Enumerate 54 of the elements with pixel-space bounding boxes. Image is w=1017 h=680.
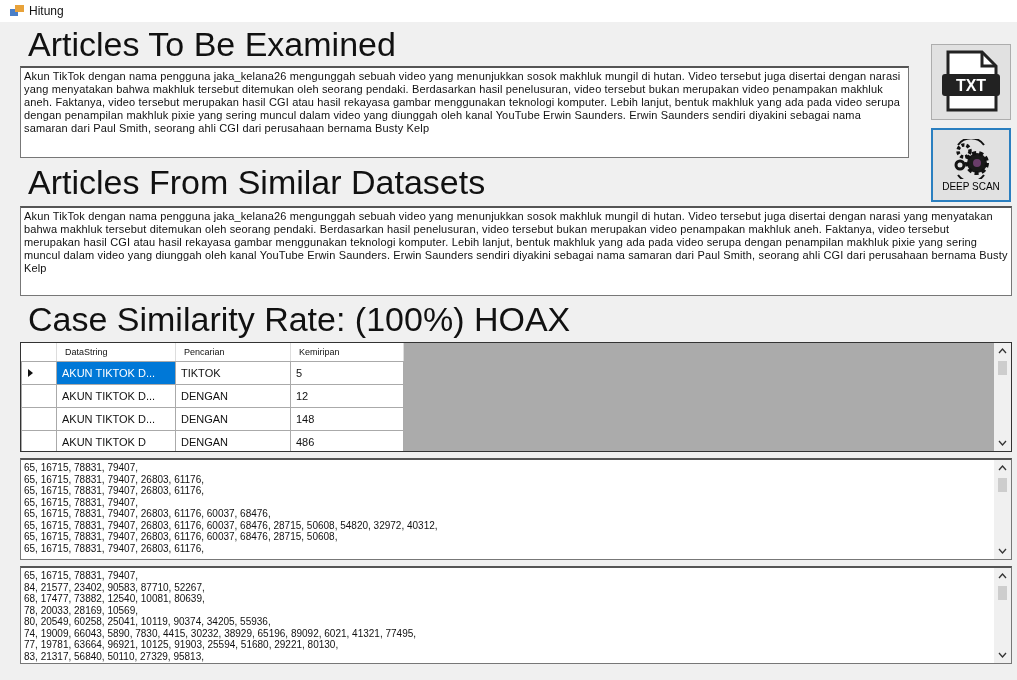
scrollbar[interactable] — [994, 343, 1011, 451]
number-line: 65, 16715, 78831, 79407, — [24, 462, 139, 474]
scroll-down-icon[interactable] — [998, 440, 1007, 446]
table-cell: DENGAN — [175, 407, 291, 431]
number-line: 65, 16715, 78831, 79407, 26803, 61176, — [24, 473, 205, 485]
number-line: 65, 16715, 78831, 79407, 26803, 61176, 60037, 68476, 28715, 50608, 54820, 32972, 40312, — [24, 519, 439, 531]
scroll-up-icon[interactable] — [998, 573, 1007, 579]
scroll-up-icon[interactable] — [998, 348, 1007, 354]
table-cell: AKUN TIKTOK D... — [56, 384, 176, 408]
similarity-result: Case Similarity Rate: (100%) HOAX — [27, 299, 572, 340]
table-cell: TIKTOK — [175, 361, 291, 385]
table-cell: AKUN TIKTOK D... — [56, 407, 176, 431]
output-text-box[interactable] — [20, 458, 1012, 560]
row-header[interactable] — [21, 361, 57, 385]
table-cell: 5 — [290, 361, 404, 385]
number-line: 83, 21317, 56840, 50110, 27329, 95813, — [24, 650, 205, 662]
number-line: 65, 16715, 78831, 79407, 26803, 61176, — [24, 542, 205, 554]
table-cell: 148 — [290, 407, 404, 431]
number-line: 80, 20549, 60258, 25041, 10119, 90374, 34205, 55936, — [24, 616, 272, 628]
section-heading: Articles To Be Examined — [27, 24, 396, 65]
number-line: 68, 17477, 73882, 12540, 10081, 80639, — [24, 593, 206, 605]
table-cell: AKUN TIKTOK D... — [56, 361, 176, 385]
scroll-down-icon[interactable] — [998, 548, 1007, 554]
section-heading: Articles From Similar Datasets — [27, 162, 486, 203]
number-line: 74, 19009, 66043, 5890, 7830, 4415, 30232, 38929, 65196, 89092, 6021, 41321, 77495, — [24, 627, 418, 639]
number-line: 78, 20033, 28169, 10569, — [24, 604, 139, 616]
column-header[interactable]: DataString — [56, 343, 176, 362]
article-text-box[interactable]: Akun TikTok dengan nama pengguna jaka_kelana26 mengunggah sebuah video yang menunjukkan sosok makhluk mungil di hutan. Video tersebut juga disertai dengan narasi yang menyatakan bahwa makhluk tersebut ditemukan oleh seorang pendaki. Berdasarkan hasil penelusuran, video tersebut bukan merupakan video penampakan makhluk aneh. Faktanya, video tersebut merupakan hasil CGI atau hasil rekayasa gambar menggunakan teknologi komputer. Lebih lanjut, bentuk makhluk yang ada pada video serupa dengan penampilan makhluk pixie yang sering muncul dalam video yang diunggah oleh kanal YouTube Erwin Saunders. Erwin Saunders sendiri diyakini sebagai nama samaran dari Paul Smith, seorang ahli CGI dari perusahaan bernama Busty Kelp — [20, 66, 909, 158]
column-header[interactable]: Kemiripan — [290, 343, 404, 362]
scroll-up-icon[interactable] — [998, 465, 1007, 471]
number-line: 65, 16715, 78831, 79407, — [24, 570, 139, 582]
deep-scan-button[interactable]: DEEP SCAN — [931, 128, 1011, 202]
number-line: 65, 16715, 78831, 79407, 26803, 61176, — [24, 485, 205, 497]
scrollbar[interactable] — [994, 568, 1011, 663]
output-text-box[interactable] — [20, 566, 1012, 664]
article-text-box[interactable]: Akun TikTok dengan nama pengguna jaka_kelana26 mengunggah sebuah video yang menunjukkan sosok makhluk mungil di hutan. Video tersebut juga disertai dengan narasi yang menyatakan bahwa makhluk tersebut ditemukan oleh seorang pendaki. Berdasarkan hasil penelusuran, video tersebut bukan merupakan video penampakan makhluk aneh. Faktanya, video tersebut merupakan hasil CGI atau hasil rekayasa gambar menggunakan teknologi komputer. Lebih lanjut, bentuk makhluk yang ada pada video serupa dengan penampilan makhluk pixie yang sering muncul dalam video yang diunggah oleh kanal YouTube Erwin Saunders. Erwin Saunders sendiri diyakini sebagai nama samaran dari Paul Smith, seorang ahli CGI dari perusahaan bernama Busty Kelp — [20, 206, 1012, 296]
number-line: 84, 21577, 23402, 90583, 87710, 52267, — [24, 581, 206, 593]
number-line: 65, 16715, 78831, 79407, 26803, 61176, 60037, 68476, 28715, 50608, — [24, 531, 339, 543]
txt-file-button[interactable]: TXT — [931, 44, 1011, 120]
scrollbar[interactable] — [994, 460, 1011, 559]
number-line: 77, 19781, 63664, 96921, 10125, 91903, 25594, 51680, 29221, 80130, — [24, 639, 340, 651]
scroll-thumb[interactable] — [998, 478, 1007, 492]
scroll-down-icon[interactable] — [998, 652, 1007, 658]
window-title: Hitung — [29, 4, 64, 18]
table-cell: DENGAN — [175, 384, 291, 408]
number-line: 65, 16715, 78831, 79407, — [24, 496, 139, 508]
row-pointer-icon — [28, 369, 33, 377]
data-grid[interactable]: DataString Pencarian Kemiripan AKUN TIKTOK D... TIKTOK 5 AKUN TIKTOK D... DENGAN 12 AKUN TIKTOK D... DENGAN 148 AKUN TIKTOK D DENGAN 486 — [20, 342, 1012, 452]
scroll-thumb[interactable] — [998, 361, 1007, 375]
column-header[interactable]: Pencarian — [175, 343, 291, 362]
table-cell: 12 — [290, 384, 404, 408]
number-line: 65, 16715, 78831, 79407, 26803, 61176, 60037, 68476, — [24, 508, 272, 520]
scroll-thumb[interactable] — [998, 586, 1007, 600]
app-icon — [10, 5, 24, 17]
